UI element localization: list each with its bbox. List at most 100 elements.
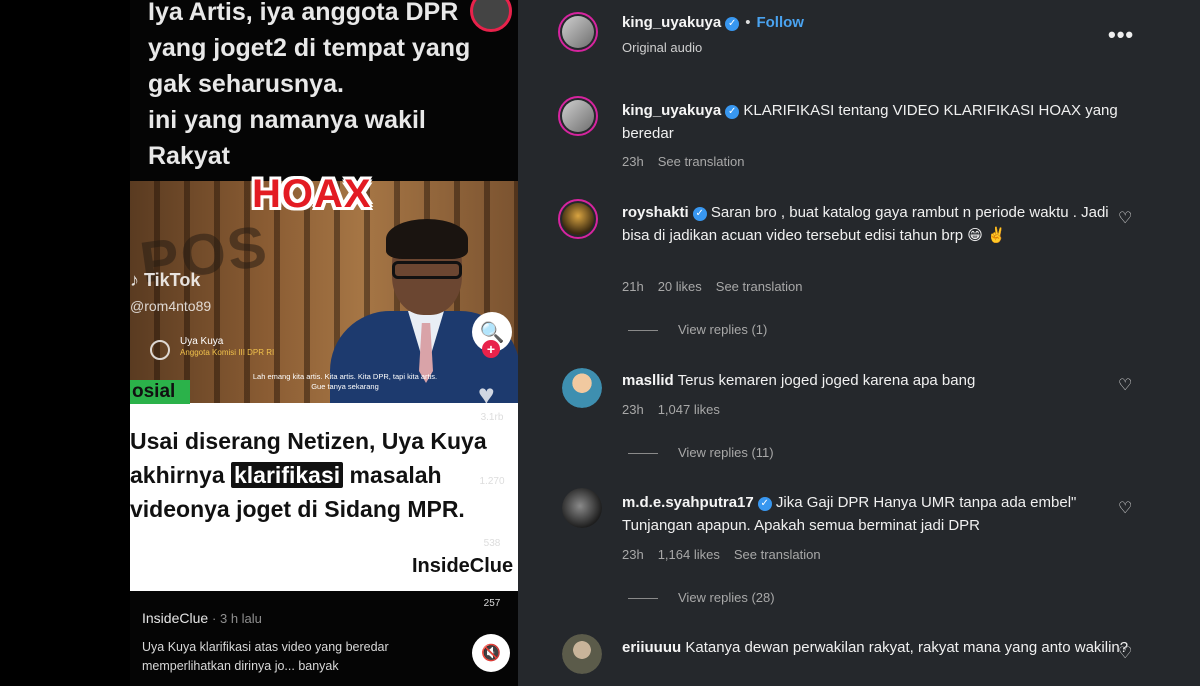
mute-icon: 🔇: [481, 645, 501, 662]
see-translation-link[interactable]: See translation: [658, 154, 745, 169]
post-author-username[interactable]: king_uyakuya: [622, 14, 721, 31]
video-posted-ago: · 3 h lalu: [212, 611, 262, 626]
comment-avatar[interactable]: [562, 634, 602, 674]
comment-likes[interactable]: 1,047 likes: [658, 402, 720, 417]
comment-avatar[interactable]: [558, 199, 598, 239]
caption-line: yang joget2 di tempat yang: [148, 34, 471, 62]
mute-button[interactable]: 🔇: [472, 634, 510, 672]
video-description: Uya Kuya klarifikasi atas video yang ber…: [142, 640, 389, 673]
see-translation-link[interactable]: See translation: [716, 279, 803, 294]
video-panel: Iya Artis, iya anggota DPR yang joget2 d…: [0, 0, 518, 686]
avatar-image: [562, 368, 602, 408]
headline-line: videonya joget di Sidang MPR.: [130, 496, 465, 522]
more-options-button[interactable]: •••: [1108, 22, 1134, 48]
share-count: 257: [483, 598, 501, 609]
comment-avatar[interactable]: [562, 368, 602, 408]
comment-text: Terus kemaren joged joged karena apa ban…: [677, 372, 976, 389]
headline-segment: masalah: [343, 462, 442, 488]
post-author-avatar[interactable]: [558, 12, 598, 52]
comment-username[interactable]: royshakti: [622, 204, 689, 221]
like-count: 3.1rb: [480, 412, 504, 423]
like-comment-heart-icon[interactable]: ♡: [1118, 375, 1132, 395]
comment-username[interactable]: king_uyakuya: [622, 102, 721, 119]
view-replies-button[interactable]: View replies (28): [628, 590, 775, 605]
save-count: 538: [483, 538, 501, 549]
avatar-image: [562, 16, 594, 48]
like-comment-heart-icon[interactable]: ♡: [1118, 208, 1132, 228]
view-replies-button[interactable]: View replies (11): [628, 445, 774, 460]
verified-badge-icon: ✓: [692, 207, 707, 221]
hoax-label: HOAX: [252, 172, 372, 216]
avatar-image: [562, 203, 594, 235]
comment-body: eriiuuuu Katanya dewan perwakilan rakyat…: [622, 636, 1132, 659]
post-header: king_uyakuya ✓ • Follow: [622, 14, 804, 31]
comment-username[interactable]: m.d.e.syahputra17: [622, 494, 754, 511]
comment-count: 1.270: [479, 476, 505, 487]
glasses-shape: [392, 261, 462, 279]
comment-meta: 21h 20 likes See translation: [622, 279, 817, 294]
replies-divider-line: [628, 330, 658, 332]
avatar-image: [562, 100, 594, 132]
comment-likes[interactable]: 1,164 likes: [658, 547, 720, 562]
view-replies-label: View replies (1): [678, 322, 768, 337]
comments-panel: king_uyakuya ✓ • Follow Original audio ••• …: [518, 0, 1200, 686]
hair-shape: [386, 219, 468, 259]
comment-time: 23h: [622, 154, 644, 169]
comment-body: m.d.e.syahputra17 ✓ Jika Gaji DPR Hanya U…: [622, 491, 1132, 537]
insideclue-logo: InsideClue: [412, 555, 514, 577]
comment-body: royshakti ✓ Saran bro , buat katalog gaya…: [622, 201, 1132, 247]
follow-plus-button[interactable]: +: [482, 340, 500, 358]
comment-bubble-icon[interactable]: [478, 448, 506, 470]
avatar-image: [562, 634, 602, 674]
video-author-line: InsideClue · 3 h lalu: [142, 610, 262, 626]
follow-button[interactable]: Follow: [756, 14, 804, 31]
caption-line: gak seharusnya.: [148, 70, 344, 98]
like-comment-heart-icon[interactable]: ♡: [1118, 643, 1132, 663]
replies-divider-line: [628, 453, 658, 455]
comment-time: 21h: [622, 279, 644, 294]
comment-time: 23h: [622, 547, 644, 562]
separator-dot: •: [745, 14, 751, 31]
view-replies-label: View replies (11): [678, 445, 774, 460]
comment-username[interactable]: eriiuuuu: [622, 639, 681, 656]
video-caption-overlay: Iya Artis, iya anggota DPR yang joget2 d…: [148, 0, 508, 174]
headline-text: Usai diserang Netizen, Uya Kuya akhirnya…: [130, 424, 518, 526]
headline-highlight: klarifikasi: [231, 462, 344, 488]
comment-meta: 23h 1,164 likes See translation: [622, 547, 835, 562]
caption-line: ini yang namanya wakil: [148, 106, 426, 134]
lower-third-role: Anggota Komisi III DPR RI: [180, 348, 275, 357]
comment-meta: 23h See translation: [622, 154, 758, 169]
verified-badge-icon: ✓: [757, 497, 772, 511]
comment-time: 23h: [622, 402, 644, 417]
category-tag: osial: [130, 380, 190, 404]
comment-body: masllid Terus kemaren joged joged karena…: [622, 369, 1132, 392]
comment-avatar[interactable]: [562, 488, 602, 528]
like-comment-heart-icon[interactable]: ♡: [1118, 498, 1132, 518]
headline-line: Usai diserang Netizen, Uya Kuya: [130, 428, 487, 454]
tiktok-watermark-user: @rom4nto89: [130, 298, 212, 314]
comment-username[interactable]: masllid: [622, 372, 674, 389]
verified-badge-icon: ✓: [725, 17, 740, 31]
caption-line: Rakyat: [148, 142, 230, 170]
comment-text: Katanya dewan perwakilan rakyat, rakyat …: [685, 639, 1129, 656]
like-heart-icon[interactable]: ♥: [478, 381, 506, 409]
headline-line: akhirnya klarifikasi masalah: [130, 458, 518, 492]
replies-divider-line: [628, 598, 658, 600]
verified-badge-icon: ✓: [725, 105, 740, 119]
avatar-image: [562, 488, 602, 528]
view-replies-label: View replies (28): [678, 590, 775, 605]
comment-avatar[interactable]: [558, 96, 598, 136]
lower-third-logo-icon: [150, 340, 170, 360]
video-author[interactable]: InsideClue: [142, 610, 208, 626]
headline-segment: akhirnya: [130, 462, 231, 488]
view-replies-button[interactable]: View replies (1): [628, 322, 767, 337]
comment-likes[interactable]: 20 likes: [658, 279, 702, 294]
video-subtitle: Lah emang kita artis. Kita artis. Kita D…: [252, 372, 438, 391]
see-translation-link[interactable]: See translation: [734, 547, 821, 562]
comment-body: king_uyakuya ✓ KLARIFIKASI tentang VIDEO …: [622, 99, 1132, 145]
tiktok-watermark: ♪ TikTok: [130, 270, 201, 290]
comment-meta: 23h 1,047 likes: [622, 402, 734, 417]
original-audio-link[interactable]: Original audio: [622, 40, 702, 55]
lower-third-name: Uya Kuya: [180, 336, 224, 347]
caption-line: Iya Artis, iya anggota DPR: [148, 0, 459, 26]
